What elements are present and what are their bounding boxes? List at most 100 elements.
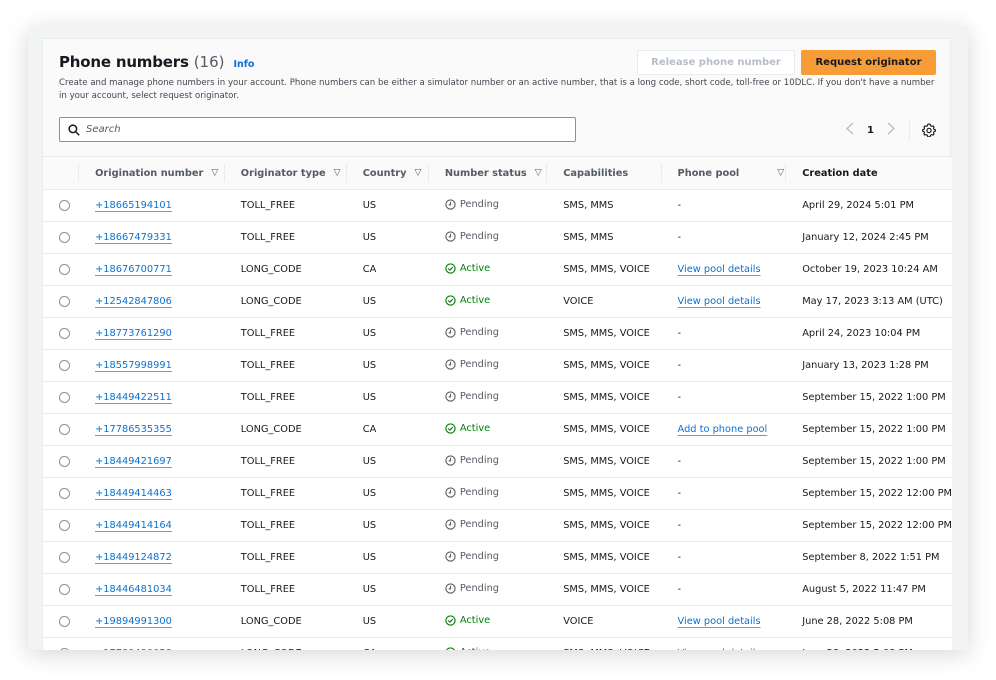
phone-pool-cell: View pool details: [662, 606, 787, 638]
row-select-radio[interactable]: [59, 199, 70, 211]
origination-number-link[interactable]: +18773761290: [95, 328, 172, 339]
previous-page-button[interactable]: [843, 121, 857, 139]
row-select-radio[interactable]: [59, 231, 70, 243]
search-input[interactable]: [86, 124, 566, 135]
origination-number-link[interactable]: +18449414463: [95, 488, 172, 499]
column-header-origination-number[interactable]: Origination number ▽: [79, 157, 225, 190]
release-phone-number-button[interactable]: Release phone number: [637, 50, 795, 75]
origination-number-link[interactable]: +18449414164: [95, 520, 172, 531]
status-indicator: Active: [445, 615, 490, 626]
phone-pool-link[interactable]: Add to phone pool: [678, 424, 768, 435]
phone-pool-empty: -: [677, 232, 682, 243]
status-indicator: Pending: [445, 519, 499, 530]
phone-pool-cell: View pool details: [662, 254, 787, 286]
origination-number-link[interactable]: +18557998991: [95, 360, 172, 371]
table-row[interactable]: +18773761290 TOLL_FREE US Pending SMS, MMS, …: [43, 317, 952, 350]
row-select-radio[interactable]: [59, 455, 70, 467]
phone-pool-cell: -: [662, 574, 787, 606]
table-row[interactable]: +18557998991 TOLL_FREE US Pending SMS, MMS, …: [43, 349, 952, 382]
column-header-phone-pool[interactable]: Phone pool ▽: [662, 157, 787, 190]
phone-pool-link[interactable]: View pool details: [678, 264, 761, 275]
origination-number-link[interactable]: +17789490058: [95, 648, 172, 650]
row-select-radio[interactable]: [59, 263, 70, 275]
phone-pool-link[interactable]: View pool details: [678, 648, 761, 650]
status-label: Pending: [459, 518, 500, 530]
row-select-radio[interactable]: [59, 295, 70, 307]
row-select-radio[interactable]: [59, 615, 70, 627]
table-row[interactable]: +18449414463 TOLL_FREE US Pending SMS, MMS, …: [43, 477, 952, 510]
phone-pool-empty: -: [677, 456, 682, 467]
table-row[interactable]: +17786535355 LONG_CODE CA Active SMS, MMS, V…: [43, 413, 952, 446]
page-description: Create and manage phone numbers in your …: [59, 78, 935, 101]
origination-number-link[interactable]: +18665194101: [95, 200, 172, 211]
table-row[interactable]: +18449422511 TOLL_FREE US Pending SMS, MMS, …: [43, 381, 952, 414]
originator-type-cell: LONG_CODE: [240, 616, 302, 627]
filter-icon[interactable]: ▽: [777, 168, 784, 178]
row-select-radio[interactable]: [59, 359, 70, 371]
search-field[interactable]: [59, 117, 576, 142]
origination-number-cell: +18449422511: [79, 382, 225, 414]
origination-number-link[interactable]: +18667479331: [95, 232, 172, 243]
column-header-creation-date[interactable]: Creation date: [786, 157, 952, 190]
origination-number-link[interactable]: +19894991300: [95, 616, 172, 627]
column-header-number-status[interactable]: Number status ▽: [429, 157, 548, 190]
origination-number-link[interactable]: +18446481034: [95, 584, 172, 595]
gear-icon: [921, 123, 936, 137]
next-page-button[interactable]: [884, 121, 898, 139]
pending-icon: [445, 486, 456, 498]
origination-number-link[interactable]: +18449422511: [95, 392, 172, 403]
table-row[interactable]: +17789490058 LONG_CODECA Active SMS, MMS, V…: [43, 637, 952, 650]
row-select-radio[interactable]: [59, 423, 70, 435]
row-select-cell: [43, 638, 79, 650]
phone-pool-link[interactable]: View pool details: [678, 296, 761, 307]
origination-number-link[interactable]: +18676700771: [95, 264, 172, 275]
creation-date-cell: September 15, 2022 1:00 PM: [802, 392, 946, 403]
table-row[interactable]: +12542847806 LONG_CODE US Active VOICE View p…: [43, 285, 952, 318]
table-row[interactable]: +18667479331 TOLL_FREE US Pending SMS, MMS - J…: [43, 221, 952, 254]
phone-pool-empty: -: [677, 360, 682, 371]
column-header-originator-type[interactable]: Originator type ▽: [225, 157, 347, 190]
column-header-capabilities[interactable]: Capabilities: [547, 157, 662, 190]
row-select-radio[interactable]: [59, 391, 70, 403]
origination-number-link[interactable]: +12542847806: [95, 296, 172, 307]
number-status-cell: Pending: [429, 222, 547, 254]
filter-icon[interactable]: ▽: [535, 168, 542, 178]
country-cell: US: [362, 520, 377, 531]
status-indicator: Active: [445, 295, 490, 306]
success-icon: [445, 262, 456, 274]
country-cell: US: [362, 552, 377, 563]
origination-number-link[interactable]: +18449421697: [95, 456, 172, 467]
filter-icon[interactable]: ▽: [334, 168, 341, 178]
filter-icon[interactable]: ▽: [211, 168, 218, 178]
table-row[interactable]: +18676700771 LONG_CODE CA Active SMS, MMS, V…: [43, 253, 952, 286]
pending-icon: [445, 550, 456, 562]
filter-icon[interactable]: ▽: [415, 168, 422, 178]
status-indicator: Pending: [445, 583, 499, 594]
phone-pool-link[interactable]: View pool details: [678, 616, 761, 627]
row-select-radio[interactable]: [59, 519, 70, 531]
number-status-cell: Pending: [429, 478, 547, 510]
table-row[interactable]: +18665194101 TOLL_FREE US Pending SMS, MMS - A…: [43, 189, 952, 222]
page-number-button[interactable]: 1: [867, 125, 874, 136]
row-select-radio[interactable]: [59, 583, 70, 595]
origination-number-cell: +18667479331: [79, 222, 225, 254]
row-select-radio[interactable]: [59, 327, 70, 339]
table-row[interactable]: +18449421697 TOLL_FREE US Pending SMS, MMS, …: [43, 445, 952, 478]
row-select-radio[interactable]: [59, 487, 70, 499]
info-link[interactable]: Info: [233, 59, 254, 70]
origination-number-link[interactable]: +17786535355: [95, 424, 172, 435]
pending-icon: [445, 230, 456, 242]
phone-pool-cell: -: [662, 222, 787, 254]
column-header-country[interactable]: Country ▽: [347, 157, 429, 190]
status-label: Active: [459, 614, 491, 626]
table-row[interactable]: +18449414164 TOLL_FREE US Pending SMS, MMS, …: [43, 509, 952, 542]
table-row[interactable]: +18446481034 TOLL_FREE US Pending SMS, MMS, …: [43, 573, 952, 606]
phone-pool-cell: -: [662, 478, 787, 510]
table-row[interactable]: +18449124872 TOLL_FREE US Pending SMS, MMS, …: [43, 541, 952, 574]
request-originator-button[interactable]: Request originator: [801, 50, 936, 75]
origination-number-link[interactable]: +18449124872: [95, 552, 172, 563]
row-select-radio[interactable]: [59, 647, 70, 650]
table-row[interactable]: +19894991300 LONG_CODE US Active VOICE View p…: [43, 605, 952, 638]
table-preferences-button[interactable]: [921, 123, 936, 137]
row-select-radio[interactable]: [59, 551, 70, 563]
